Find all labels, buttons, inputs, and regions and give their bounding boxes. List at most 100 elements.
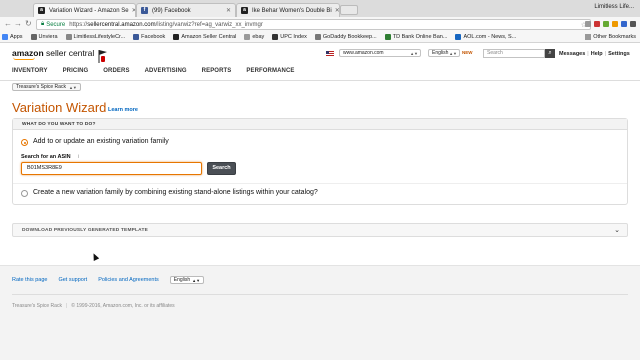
bookmark-ebay[interactable]: ebay <box>244 34 264 40</box>
footer-store-name: Treasure's Spice Rack <box>12 303 62 309</box>
apps-icon <box>2 34 8 40</box>
browser-tab-strip: a Variation Wizard - Amazon Se ✕ f (99) … <box>0 0 640 17</box>
extension-icon[interactable] <box>612 21 618 27</box>
url-host: sellercentral.amazon.com <box>87 21 156 28</box>
browser-toolbar: ← → ↻ 🔒︎ Secure https:// sellercentral.a… <box>0 17 640 32</box>
extension-icon[interactable] <box>585 21 591 27</box>
chevron-down-icon: ▲▼ <box>410 50 418 56</box>
rate-this-page-link[interactable]: Rate this page <box>12 277 47 283</box>
card-divider <box>13 183 627 184</box>
bookmark-facebook[interactable]: Facebook <box>133 34 165 40</box>
nav-performance[interactable]: PERFORMANCE <box>246 68 294 74</box>
tab-title: (99) Facebook <box>152 7 191 14</box>
lock-icon: 🔒︎ <box>41 21 45 27</box>
bookmark-limitless[interactable]: LimitlessLifestyleCr... <box>65 34 125 40</box>
info-icon[interactable]: i <box>78 154 79 160</box>
announcement-flag-icon[interactable] <box>97 48 109 64</box>
asin-search-input[interactable]: B01MS3R8E9 <box>21 162 202 175</box>
extension-icons <box>585 21 636 27</box>
tab-title: Variation Wizard - Amazon Se <box>49 7 129 14</box>
reload-icon[interactable]: ↻ <box>25 19 32 29</box>
extension-icon[interactable] <box>621 21 627 27</box>
chevron-down-icon: ▲▼ <box>449 50 457 56</box>
wizard-options-card: WHAT DO YOU WANT TO DO? Add to or update… <box>12 118 628 205</box>
other-bookmarks[interactable]: Other Bookmarks <box>585 34 636 40</box>
bookmark-godaddy[interactable]: GoDaddy Bookkeep... <box>314 34 377 40</box>
main-nav: INVENTORY PRICING ORDERS ADVERTISING REP… <box>12 68 295 74</box>
new-badge: NEW <box>462 50 473 55</box>
folder-icon <box>244 34 251 40</box>
asin-search-label: Search for an ASIN <box>21 154 71 160</box>
bookmark-td-bank[interactable]: TD Bank Online Ban... <box>384 34 447 40</box>
page-icon <box>314 34 321 40</box>
folder-icon <box>585 34 592 40</box>
nav-reports[interactable]: REPORTS <box>202 68 232 74</box>
close-icon[interactable]: ✕ <box>129 7 135 14</box>
policies-link[interactable]: Policies and Agreements <box>98 277 159 283</box>
amazon-a-icon: a <box>38 7 45 14</box>
download-template-section[interactable]: DOWNLOAD PREVIOUSLY GENERATED TEMPLATE ⌄ <box>12 223 628 237</box>
extension-icon[interactable] <box>594 21 600 27</box>
tab-variation-wizard[interactable]: a Variation Wizard - Amazon Se ✕ <box>33 3 136 17</box>
close-icon[interactable]: ✕ <box>223 7 231 14</box>
radio-existing-family[interactable] <box>21 139 28 146</box>
nav-orders[interactable]: ORDERS <box>103 68 129 74</box>
header-links: Messages | Help | Settings <box>559 51 630 57</box>
page-icon <box>384 34 391 40</box>
chevron-down-icon: ▲▼ <box>192 277 201 283</box>
forward-icon[interactable]: → <box>14 19 22 29</box>
radio-new-family[interactable] <box>21 190 28 197</box>
close-icon[interactable]: ✕ <box>332 7 339 14</box>
amazon-a-icon: a <box>241 7 248 14</box>
settings-link[interactable]: Settings <box>608 51 630 57</box>
search-button[interactable]: Search <box>207 162 236 175</box>
nav-inventory[interactable]: INVENTORY <box>12 68 48 74</box>
url-path: /listing/varwiz?ref=ag_varwiz_xx_invmgr <box>155 21 263 28</box>
chevron-down-icon: ▲▼ <box>68 84 77 90</box>
help-link[interactable]: Help <box>591 51 603 57</box>
download-template-label: DOWNLOAD PREVIOUSLY GENERATED TEMPLATE <box>22 228 149 233</box>
search-icon[interactable]: ⌕ <box>545 49 555 58</box>
messages-link[interactable]: Messages <box>559 51 585 57</box>
menu-icon[interactable] <box>630 21 636 27</box>
nav-pricing[interactable]: PRICING <box>63 68 89 74</box>
secure-label: Secure <box>46 21 66 28</box>
bookmarks-bar: Apps Unviera LimitlessLifestyleCr... Fac… <box>0 32 640 43</box>
bookmark-apps[interactable]: Apps <box>2 34 23 40</box>
tab-ike-behar[interactable]: a Ike Behar Women's Double Bi ✕ <box>236 3 340 17</box>
tab-facebook[interactable]: f (99) Facebook ✕ <box>136 3 236 17</box>
browser-profile-name[interactable]: Limitless Life... <box>594 4 634 10</box>
option-new-label[interactable]: Create a new variation family by combini… <box>33 189 318 196</box>
folder-icon <box>30 34 37 40</box>
address-bar[interactable]: 🔒︎ Secure https:// sellercentral.amazon.… <box>36 19 591 30</box>
bookmark-unviera[interactable]: Unviera <box>30 34 58 40</box>
extension-icon[interactable] <box>603 21 609 27</box>
page-title: Variation Wizard <box>12 100 107 115</box>
footer-language-select[interactable]: English ▲▼ <box>169 276 205 284</box>
us-flag-icon <box>326 51 334 56</box>
page-icon <box>65 34 72 40</box>
header-search-input[interactable]: Search <box>483 49 545 58</box>
page-icon <box>272 34 279 40</box>
bookmark-aol[interactable]: AOL.com - News, S... <box>455 34 516 40</box>
option-existing-label[interactable]: Add to or update an existing variation f… <box>33 138 169 145</box>
tab-title: Ike Behar Women's Double Bi <box>252 7 332 14</box>
seller-central-page: amazon seller central www.amazon.com ▲▼ E… <box>0 43 640 360</box>
copyright-line: Treasure's Spice Rack | © 1999-2016, Amazo… <box>12 303 175 309</box>
amazon-a-icon <box>173 34 180 40</box>
get-support-link[interactable]: Get support <box>58 277 87 283</box>
bookmark-upc-index[interactable]: UPC Index <box>272 34 307 40</box>
card-heading: WHAT DO YOU WANT TO DO? <box>13 119 627 130</box>
back-icon[interactable]: ← <box>4 19 12 29</box>
learn-more-link[interactable]: Learn more <box>108 107 138 113</box>
seller-central-logo[interactable]: amazon seller central <box>12 48 94 60</box>
marketplace-select[interactable]: www.amazon.com ▲▼ <box>339 49 421 57</box>
chevron-down-icon[interactable]: ⌄ <box>614 226 620 234</box>
copyright-text: © 1999-2016, Amazon.com, Inc. or its aff… <box>71 303 175 309</box>
new-tab-button[interactable] <box>340 5 358 15</box>
language-select[interactable]: English ▲▼ <box>428 49 460 57</box>
nav-advertising[interactable]: ADVERTISING <box>145 68 187 74</box>
facebook-icon: f <box>141 7 148 14</box>
store-selector[interactable]: Treasure's Spice Rack ▲▼ <box>12 83 81 91</box>
bookmark-seller-central[interactable]: Amazon Seller Central <box>173 34 236 40</box>
